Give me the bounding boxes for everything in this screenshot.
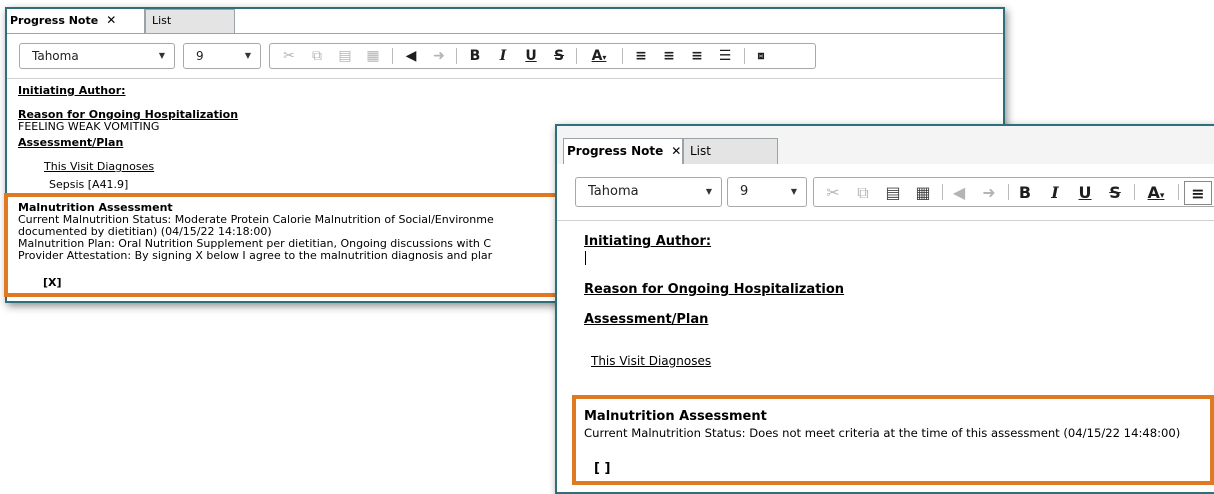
close-icon[interactable]: ✕ — [106, 13, 116, 27]
bold-button[interactable]: B — [464, 44, 486, 68]
undo-icon[interactable]: ◀ — [948, 181, 970, 205]
chevron-down-icon: ▼ — [790, 187, 797, 196]
close-icon[interactable]: ✕ — [671, 144, 681, 158]
italic-button[interactable]: I — [492, 44, 514, 68]
toolbar-divider — [744, 48, 745, 64]
strikethrough-button[interactable]: S — [548, 44, 570, 68]
font-size-dropdown[interactable]: 9 ▼ — [727, 177, 807, 207]
insert-field-icon[interactable]: ⧈ — [750, 44, 772, 68]
bold-button[interactable]: B — [1014, 181, 1036, 205]
font-size-value: 9 — [740, 184, 749, 199]
paste-icon[interactable]: ▤ — [334, 44, 356, 68]
tab-label: Progress Note — [10, 14, 99, 27]
tab-list[interactable]: List — [683, 138, 778, 164]
font-family-dropdown[interactable]: Tahoma ▼ — [19, 43, 175, 69]
toolbar-divider — [1178, 184, 1179, 200]
reason-heading: Reason for Ongoing Hospitalization — [584, 282, 845, 297]
editor-toolbar: Tahoma ▼ 9 ▼ ✂ ⧉ ▤ ▦ ◀ ➜ B I U S A▾ ≡ ≡ … — [7, 34, 1003, 79]
editor-toolbar: Tahoma ▼ 9 ▼ ✂ ⧉ ▤ ▦ ◀ ➜ B I U S A▾ ≡ — [557, 164, 1214, 221]
malnutrition-highlight-box — [572, 395, 1214, 485]
assessment-plan-heading: Assessment/Plan — [18, 136, 124, 149]
chevron-down-icon: ▼ — [705, 187, 712, 196]
font-color-button[interactable]: A▾ — [584, 44, 614, 68]
tab-label: List — [690, 144, 711, 158]
toolbar-divider — [1134, 184, 1135, 200]
tab-progress-note[interactable]: Progress Note ✕ — [7, 9, 145, 33]
copy-icon[interactable]: ⧉ — [306, 44, 328, 68]
scissors-icon[interactable]: ✂ — [822, 181, 844, 205]
chevron-down-icon: ▼ — [158, 51, 165, 60]
toolbar-divider — [942, 184, 943, 200]
toolbar-divider — [576, 48, 577, 64]
underline-button[interactable]: U — [1074, 181, 1096, 205]
font-color-label: A — [1147, 183, 1160, 202]
diagnosis-item: Sepsis [A41.9] — [49, 178, 129, 191]
initiating-author-heading: Initiating Author: — [18, 84, 126, 97]
font-family-dropdown[interactable]: Tahoma ▼ — [575, 177, 722, 207]
redo-icon[interactable]: ➜ — [978, 181, 1000, 205]
redo-icon[interactable]: ➜ — [428, 44, 450, 68]
font-size-dropdown[interactable]: 9 ▼ — [183, 43, 261, 69]
scissors-icon[interactable]: ✂ — [278, 44, 300, 68]
toolbar-divider — [456, 48, 457, 64]
align-right-icon[interactable]: ≡ — [686, 44, 708, 68]
paste-special-icon[interactable]: ▦ — [912, 181, 934, 205]
font-family-value: Tahoma — [32, 49, 79, 63]
justify-icon[interactable]: ☰ — [714, 44, 736, 68]
text-cursor — [585, 251, 586, 265]
paste-icon[interactable]: ▤ — [882, 181, 904, 205]
tab-bar: Progress Note ✕ List — [7, 9, 1003, 34]
font-family-value: Tahoma — [588, 184, 639, 199]
tab-label: List — [152, 14, 172, 27]
tab-label: Progress Note — [567, 144, 664, 158]
tab-bar: Progress Note ✕ List — [557, 126, 1214, 165]
formatting-group: ✂ ⧉ ▤ ▦ ◀ ➜ B I U S A▾ ≡ ≡ ≡ ☰ ⧈ — [269, 43, 816, 69]
paste-special-icon[interactable]: ▦ — [362, 44, 384, 68]
malnutrition-highlight-box — [4, 193, 560, 297]
underline-button[interactable]: U — [520, 44, 542, 68]
formatting-group: ✂ ⧉ ▤ ▦ ◀ ➜ B I U S A▾ ≡ — [813, 177, 1214, 207]
toolbar-divider — [1008, 184, 1009, 200]
font-color-label: A — [591, 48, 603, 64]
undo-icon[interactable]: ◀ — [400, 44, 422, 68]
align-left-icon[interactable]: ≡ — [1184, 181, 1212, 205]
font-color-button[interactable]: A▾ — [1140, 181, 1172, 205]
align-center-icon[interactable]: ≡ — [658, 44, 680, 68]
visit-diagnoses-link[interactable]: This Visit Diagnoses — [591, 354, 711, 368]
reason-text: FEELING WEAK VOMITING — [18, 120, 160, 133]
strikethrough-button[interactable]: S — [1104, 181, 1126, 205]
assessment-plan-heading: Assessment/Plan — [584, 312, 709, 327]
font-size-value: 9 — [196, 49, 204, 63]
copy-icon[interactable]: ⧉ — [852, 181, 874, 205]
italic-button[interactable]: I — [1044, 181, 1066, 205]
align-left-icon[interactable]: ≡ — [630, 44, 652, 68]
toolbar-divider — [392, 48, 393, 64]
visit-diagnoses-link[interactable]: This Visit Diagnoses — [44, 160, 154, 173]
chevron-down-icon: ▼ — [244, 51, 251, 60]
tab-progress-note[interactable]: Progress Note ✕ — [563, 138, 683, 164]
toolbar-divider — [622, 48, 623, 64]
tab-list[interactable]: List — [145, 9, 235, 33]
initiating-author-heading: Initiating Author: — [584, 234, 712, 249]
